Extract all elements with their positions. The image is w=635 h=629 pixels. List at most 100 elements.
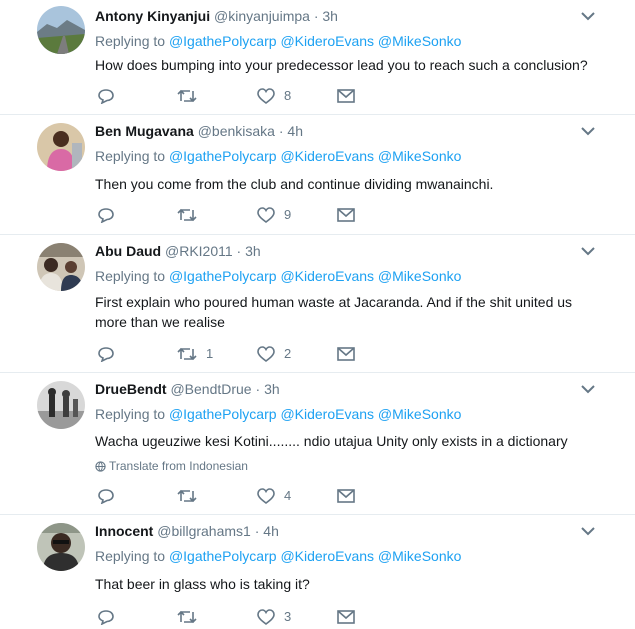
- retweet-icon: [177, 347, 197, 361]
- separator-dot: ·: [313, 8, 319, 24]
- replying-label: Replying to: [95, 406, 166, 422]
- user-handle[interactable]: @BendtDrue: [170, 381, 251, 397]
- tweet-text: How does bumping into your predecessor l…: [95, 57, 588, 73]
- retweet-button[interactable]: [177, 86, 206, 106]
- tweet-text: Then you come from the club and continue…: [95, 176, 494, 192]
- tweet-item[interactable]: Innocent @billgrahams1 · 4h Replying to …: [0, 515, 635, 629]
- reply-button[interactable]: [97, 205, 115, 225]
- mention-link[interactable]: @KideroEvans: [280, 33, 374, 49]
- reply-button[interactable]: [97, 607, 115, 627]
- like-button[interactable]: 4: [257, 486, 291, 506]
- retweet-button[interactable]: [177, 205, 206, 225]
- mention-link[interactable]: @IgathePolycarp: [169, 33, 277, 49]
- timestamp[interactable]: 4h: [263, 523, 279, 539]
- like-count: 8: [284, 88, 292, 103]
- translate-link[interactable]: Translate from Indonesian: [95, 458, 248, 474]
- like-button[interactable]: 8: [257, 86, 291, 106]
- chevron-down-icon[interactable]: [580, 525, 596, 537]
- mention-link[interactable]: @KideroEvans: [280, 548, 374, 564]
- like-count: 2: [284, 346, 292, 361]
- mention-link[interactable]: @MikeSonko: [378, 406, 461, 422]
- like-count: 9: [284, 207, 292, 222]
- translate-label: Translate from Indonesian: [109, 459, 248, 473]
- display-name[interactable]: Abu Daud: [95, 243, 161, 259]
- envelope-icon: [337, 347, 355, 361]
- heart-icon: [257, 88, 275, 104]
- reply-button[interactable]: [97, 344, 115, 364]
- user-handle[interactable]: @RKI2011: [165, 243, 233, 259]
- message-button[interactable]: [337, 486, 355, 506]
- envelope-icon: [337, 89, 355, 103]
- replying-label: Replying to: [95, 148, 166, 164]
- reply-button[interactable]: [97, 486, 115, 506]
- person-avatar-icon: [37, 123, 85, 171]
- like-button[interactable]: 3: [257, 607, 291, 627]
- user-handle[interactable]: @benkisaka: [198, 123, 275, 139]
- mention-link[interactable]: @KideroEvans: [280, 268, 374, 284]
- timestamp[interactable]: 3h: [322, 8, 338, 24]
- chevron-down-icon[interactable]: [580, 10, 596, 22]
- mention-link[interactable]: @KideroEvans: [280, 406, 374, 422]
- message-button[interactable]: [337, 607, 355, 627]
- display-name[interactable]: DrueBendt: [95, 381, 167, 397]
- mention-link[interactable]: @MikeSonko: [378, 268, 461, 284]
- avatar[interactable]: [37, 123, 85, 171]
- replying-to: Replying to @IgathePolycarp @KideroEvans…: [95, 405, 461, 423]
- mention-link[interactable]: @IgathePolycarp: [169, 406, 277, 422]
- user-handle[interactable]: @kinyanjuimpa: [214, 8, 310, 24]
- envelope-icon: [337, 489, 355, 503]
- avatar[interactable]: [37, 6, 85, 54]
- retweet-icon: [177, 208, 197, 222]
- message-button[interactable]: [337, 344, 355, 364]
- like-button[interactable]: 9: [257, 205, 291, 225]
- like-button[interactable]: 2: [257, 344, 291, 364]
- user-handle[interactable]: @billgrahams1: [157, 523, 251, 539]
- mention-link[interactable]: @MikeSonko: [378, 548, 461, 564]
- people-avatar-icon: [37, 243, 85, 291]
- display-name[interactable]: Ben Mugavana: [95, 123, 194, 139]
- timestamp[interactable]: 3h: [264, 381, 280, 397]
- envelope-icon: [337, 208, 355, 222]
- tweet-item[interactable]: Antony Kinyanjui @kinyanjuimpa · 3h Repl…: [0, 0, 635, 115]
- chevron-down-icon[interactable]: [580, 125, 596, 137]
- mention-link[interactable]: @IgathePolycarp: [169, 268, 277, 284]
- message-button[interactable]: [337, 86, 355, 106]
- tweet-item[interactable]: Abu Daud @RKI2011 · 3h Replying to @Igat…: [0, 235, 635, 373]
- replying-label: Replying to: [95, 33, 166, 49]
- timestamp[interactable]: 3h: [245, 243, 261, 259]
- retweet-icon: [177, 89, 197, 103]
- mention-link[interactable]: @KideroEvans: [280, 148, 374, 164]
- heart-icon: [257, 609, 275, 625]
- mention-link[interactable]: @IgathePolycarp: [169, 548, 277, 564]
- chevron-down-icon[interactable]: [580, 245, 596, 257]
- replying-to: Replying to @IgathePolycarp @KideroEvans…: [95, 547, 461, 565]
- selfie-avatar-icon: [37, 523, 85, 571]
- display-name[interactable]: Antony Kinyanjui: [95, 8, 210, 24]
- avatar[interactable]: [37, 243, 85, 291]
- separator-dot: ·: [254, 523, 260, 539]
- timestamp[interactable]: 4h: [287, 123, 303, 139]
- tweet-item[interactable]: DrueBendt @BendtDrue · 3h Replying to @I…: [0, 373, 635, 515]
- retweet-button[interactable]: [177, 607, 206, 627]
- tweet-item[interactable]: Ben Mugavana @benkisaka · 4h Replying to…: [0, 115, 635, 235]
- reply-button[interactable]: [97, 86, 115, 106]
- display-name[interactable]: Innocent: [95, 523, 153, 539]
- reply-icon: [98, 89, 114, 104]
- chevron-down-icon[interactable]: [580, 383, 596, 395]
- avatar[interactable]: [37, 523, 85, 571]
- retweet-button[interactable]: [177, 486, 206, 506]
- message-button[interactable]: [337, 205, 355, 225]
- tweet-text: First explain who poured human waste at …: [95, 294, 573, 330]
- heart-icon: [257, 488, 275, 504]
- tweet-header: DrueBendt @BendtDrue · 3h: [95, 380, 280, 400]
- heart-icon: [257, 207, 275, 223]
- tweet-actions: 3: [95, 607, 365, 627]
- mention-link[interactable]: @IgathePolycarp: [169, 148, 277, 164]
- tweet-text: Wacha ugeuziwe kesi Kotini........ ndio …: [95, 433, 568, 449]
- retweet-button[interactable]: 1: [177, 344, 213, 364]
- mention-link[interactable]: @MikeSonko: [378, 148, 461, 164]
- replying-label: Replying to: [95, 548, 166, 564]
- mention-link[interactable]: @MikeSonko: [378, 33, 461, 49]
- avatar[interactable]: [37, 381, 85, 429]
- replying-label: Replying to: [95, 268, 166, 284]
